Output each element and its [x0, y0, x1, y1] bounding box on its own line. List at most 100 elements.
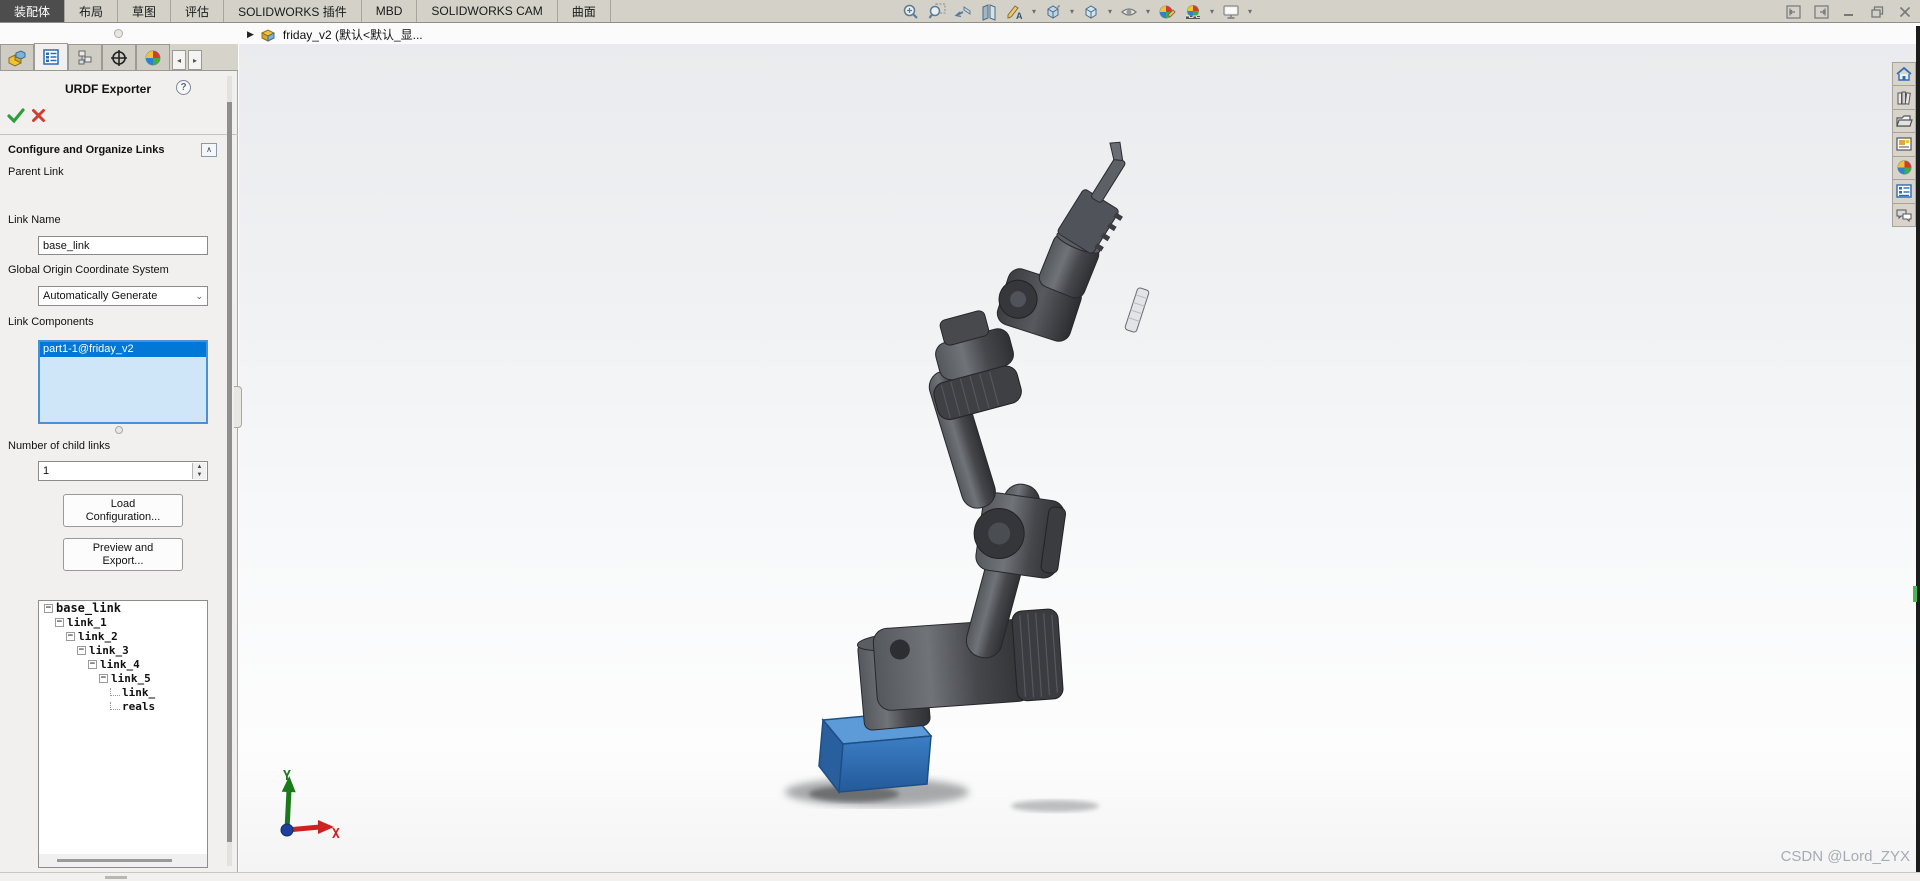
breadcrumb-document-name[interactable]: friday_v2 (默认<默认_显... [283, 26, 423, 43]
tree-node-label: reals [122, 699, 156, 713]
num-children-label: Number of child links [8, 440, 111, 452]
annotation-icon[interactable]: A [1004, 2, 1026, 22]
collapse-pane-left-icon[interactable] [1784, 4, 1802, 20]
help-icon[interactable]: ? [176, 80, 191, 95]
tab-assembly[interactable] [0, 44, 34, 70]
menu-tab[interactable]: 曲面 [557, 0, 611, 22]
tab-configuration-manager[interactable] [68, 44, 102, 70]
menu-tab[interactable]: 评估 [171, 0, 225, 22]
assembly-doc-icon [261, 28, 275, 42]
link-name-input[interactable] [38, 236, 208, 255]
tree-collapse-icon[interactable]: − [77, 645, 86, 655]
zoom-fit-icon[interactable] [900, 2, 922, 22]
minimize-icon[interactable] [1840, 4, 1858, 20]
menu-tab[interactable]: 布局 [65, 0, 119, 22]
home-icon[interactable] [1893, 63, 1915, 87]
robot-gripper[interactable] [1055, 138, 1156, 258]
design-library-icon[interactable] [1893, 86, 1915, 110]
window-controls [1784, 3, 1914, 21]
previous-view-icon[interactable] [952, 2, 974, 22]
view-settings-caret-icon[interactable]: ▾ [1246, 7, 1254, 16]
menu-tab[interactable]: MBD [361, 0, 418, 22]
cancel-button[interactable] [31, 108, 46, 123]
section-header: Configure and Organize Links [8, 144, 165, 156]
panel-splitter-grip[interactable] [234, 386, 242, 428]
link-name-label: Link Name [8, 214, 61, 226]
tree-node[interactable]: reals [39, 699, 207, 713]
view-orientation-caret-icon[interactable]: ▾ [1068, 7, 1076, 16]
collapse-section-button[interactable]: ∧ [201, 143, 217, 157]
tree-collapse-icon[interactable]: − [55, 617, 64, 627]
tree-node-label: base_link [56, 601, 122, 615]
tab-dimxpert[interactable] [102, 44, 136, 70]
close-icon[interactable] [1896, 4, 1914, 20]
spinner-down-icon[interactable]: ▼ [193, 471, 206, 479]
tree-node[interactable]: link_ [39, 685, 207, 699]
forum-icon[interactable] [1893, 203, 1915, 226]
menu-tab[interactable]: 草图 [118, 0, 172, 22]
global-origin-select[interactable]: Automatically Generate ⌄ [38, 286, 208, 306]
tree-horizontal-scrollbar[interactable] [39, 854, 207, 867]
menu-tab[interactable]: SOLIDWORKS 插件 [224, 0, 362, 22]
panel-scroll-thumb[interactable] [227, 102, 232, 842]
breadcrumb-expand-icon[interactable]: ▶ [247, 29, 254, 40]
breadcrumb[interactable]: ▶ friday_v2 (默认<默认_显... [247, 26, 423, 43]
tree-node[interactable]: − base_link [39, 601, 207, 615]
preview-export-button[interactable]: Preview and Export... [63, 538, 183, 571]
tree-collapse-icon[interactable]: − [88, 659, 97, 669]
tree-scroll-thumb[interactable] [57, 859, 172, 862]
spinner-up-icon[interactable]: ▲ [193, 463, 206, 471]
tree-node[interactable]: − link_1 [39, 615, 207, 629]
tree-collapse-icon[interactable]: − [99, 673, 108, 683]
tab-scroll-right-icon[interactable]: ▸ [188, 50, 202, 70]
link-component-item[interactable]: part1-1@friday_v2 [40, 342, 206, 357]
apply-scene-icon[interactable] [1182, 2, 1204, 22]
annotation-caret-icon[interactable]: ▾ [1030, 7, 1038, 16]
restore-icon[interactable] [1868, 4, 1886, 20]
menu-tab[interactable]: 装配体 [0, 0, 66, 22]
panel-splitter-dot[interactable] [114, 29, 123, 38]
view-settings-icon[interactable] [1220, 2, 1242, 22]
display-style-icon[interactable] [1080, 2, 1102, 22]
apply-scene-caret-icon[interactable]: ▾ [1208, 7, 1216, 16]
tab-appearances[interactable] [136, 44, 170, 70]
tree-node-label: link_1 [67, 615, 107, 629]
tree-node[interactable]: − link_5 [39, 671, 207, 685]
link-tree[interactable]: − base_link − link_1− link_2− link_3− link_4− l… [38, 600, 208, 868]
ok-button[interactable] [7, 108, 25, 124]
hide-show-items-icon[interactable] [1118, 2, 1140, 22]
watermark: CSDN @Lord_ZYX [1780, 848, 1910, 865]
link-components-list[interactable]: part1-1@friday_v2 [38, 340, 208, 424]
panel-scrollbar[interactable] [227, 76, 232, 866]
section-view-icon[interactable] [978, 2, 1000, 22]
tab-property-manager[interactable] [34, 43, 68, 70]
menu-tab[interactable]: SOLIDWORKS CAM [417, 0, 558, 22]
hide-show-caret-icon[interactable]: ▾ [1144, 7, 1152, 16]
view-orientation-icon[interactable] [1042, 2, 1064, 22]
zoom-area-icon[interactable] [926, 2, 948, 22]
tree-node-label: link_3 [89, 643, 129, 657]
detached-pin-part[interactable] [1124, 287, 1150, 333]
tree-collapse-icon[interactable]: − [66, 631, 75, 641]
display-style-caret-icon[interactable]: ▾ [1106, 7, 1114, 16]
tree-collapse-icon[interactable]: − [44, 603, 53, 613]
list-resize-handle[interactable] [115, 426, 123, 434]
num-children-spinner[interactable]: 1 ▲ ▼ [38, 461, 208, 481]
file-explorer-icon[interactable] [1893, 109, 1915, 134]
status-bar-handle[interactable] [105, 876, 127, 879]
robot-joint-2[interactable] [872, 608, 1064, 711]
tab-scroll-left-icon[interactable]: ◂ [172, 50, 186, 70]
tree-node[interactable]: − link_4 [39, 657, 207, 671]
view-palette-icon[interactable] [1893, 133, 1915, 157]
tree-node-label: link_4 [100, 657, 140, 671]
tree-node[interactable]: − link_2 [39, 629, 207, 643]
num-children-value: 1 [43, 465, 50, 477]
tree-node[interactable]: − link_3 [39, 643, 207, 657]
tree-node-label: link_5 [111, 671, 151, 685]
custom-properties-icon[interactable] [1893, 180, 1915, 204]
edit-appearance-icon[interactable] [1156, 2, 1178, 22]
appearances-ball-icon[interactable] [1893, 156, 1915, 181]
load-configuration-button[interactable]: Load Configuration... [63, 494, 183, 527]
graphics-viewport[interactable] [239, 44, 1916, 872]
collapse-pane-right-icon[interactable] [1812, 4, 1830, 20]
